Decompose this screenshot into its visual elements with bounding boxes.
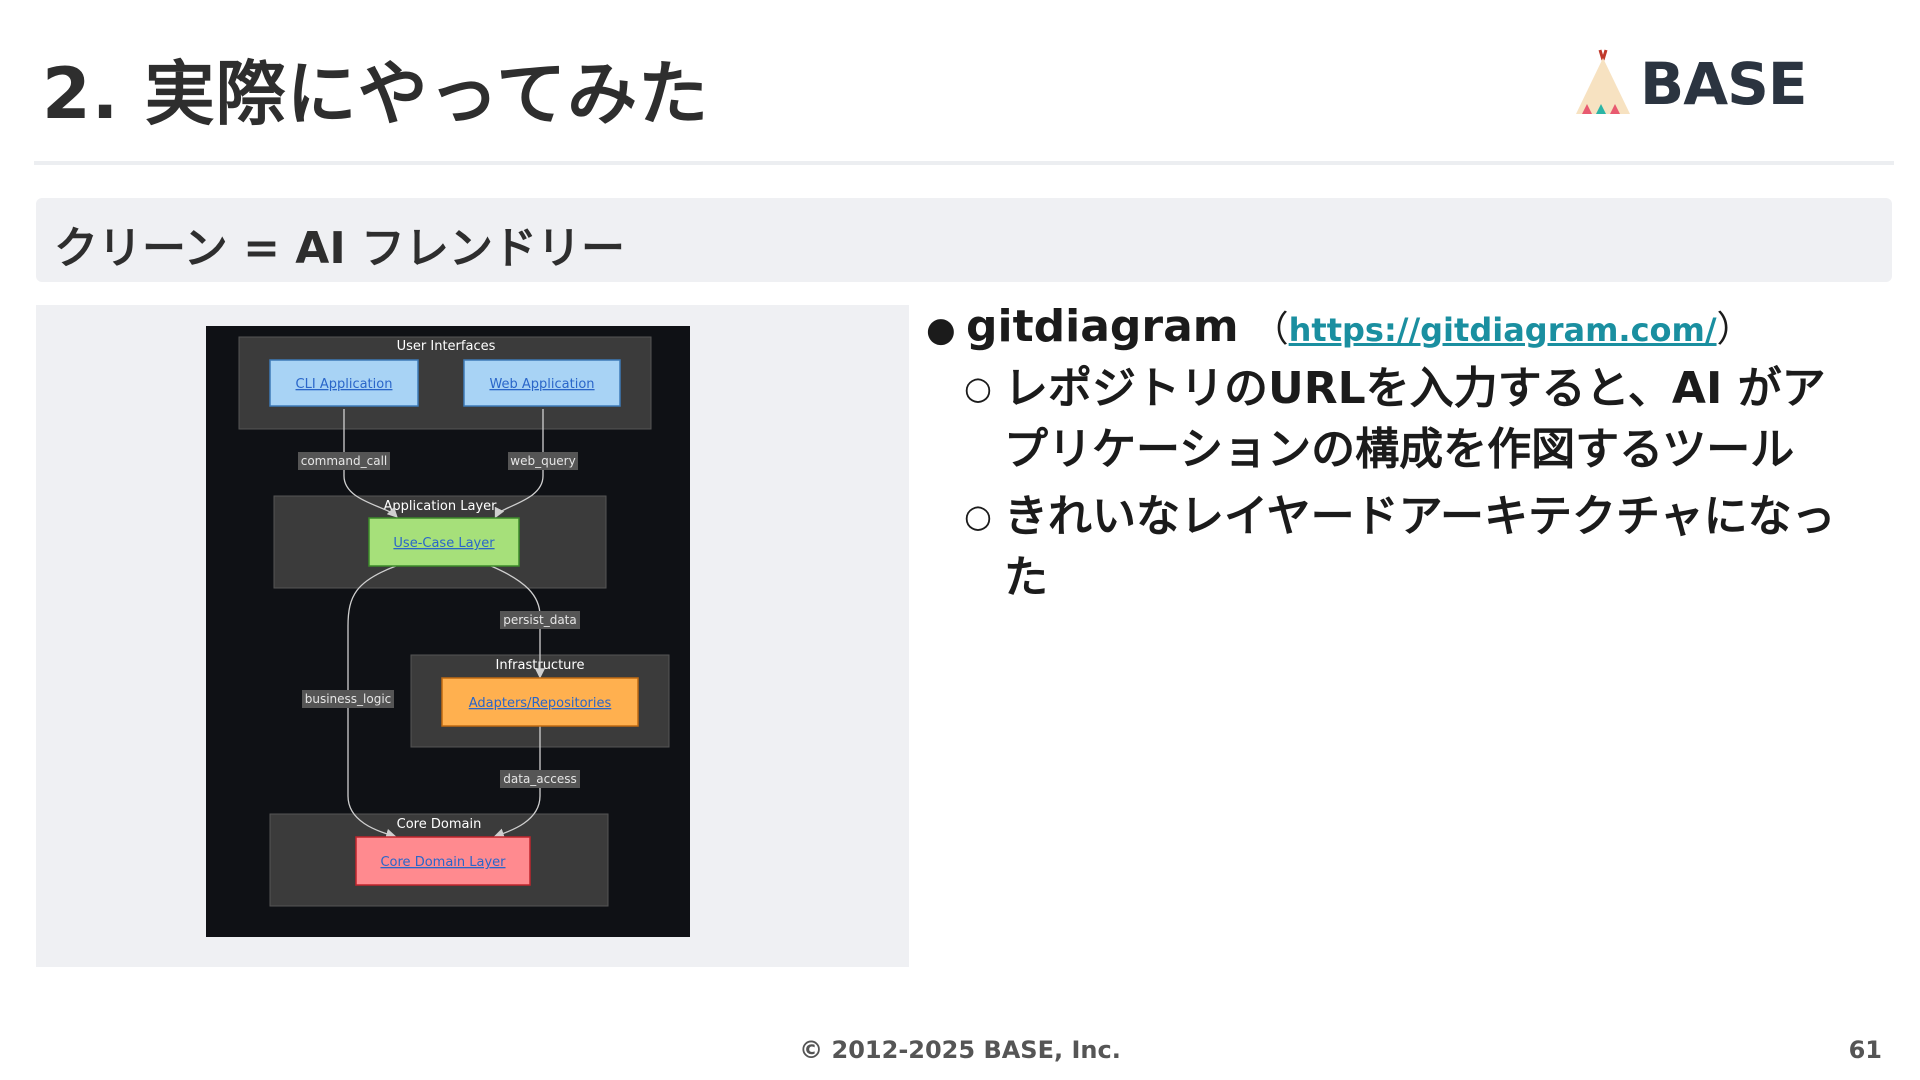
group-title-user-interfaces: User Interfaces xyxy=(397,339,496,354)
paren-open: （ xyxy=(1252,309,1289,350)
sub-bullet-2-text: きれいなレイヤードアーキテクチャになった xyxy=(1004,491,1836,603)
title-divider xyxy=(34,161,1894,165)
slide-title: 2. 実際にやってみた xyxy=(42,53,710,135)
figure-panel: User Interfaces Application Layer Infras… xyxy=(36,305,909,967)
bullet-gitdiagram: ● gitdiagram （https://gitdiagram.com/） xyxy=(926,300,1886,352)
paren-close: ） xyxy=(1716,309,1753,350)
subtitle-text: クリーン = AI フレンドリー xyxy=(54,223,626,274)
footer-copyright: © 2012-2025 BASE, Inc. xyxy=(799,1036,1121,1064)
bullet-circle-icon: ○ xyxy=(964,497,992,535)
node-label-cli[interactable]: CLI Application xyxy=(296,377,393,392)
gitdiagram-link[interactable]: https://gitdiagram.com/ xyxy=(1289,311,1717,349)
base-logo: BASE xyxy=(1572,44,1807,124)
group-title-application-layer: Application Layer xyxy=(383,499,497,514)
architecture-diagram: User Interfaces Application Layer Infras… xyxy=(206,326,690,937)
group-title-core-domain: Core Domain xyxy=(397,817,482,832)
subtitle-bar: クリーン = AI フレンドリー xyxy=(36,198,1892,282)
bullet-circle-icon: ○ xyxy=(964,369,992,407)
edge-label-web-query: web_query xyxy=(510,454,575,468)
sub-bullet-1-text: レポジトリのURLを入力すると、AI がアプリケーションの構成を作図するツール xyxy=(1004,363,1826,475)
logo-text: BASE xyxy=(1640,50,1807,118)
edge-label-command-call: command_call xyxy=(301,454,388,468)
bullet-dot-icon: ● xyxy=(926,310,956,350)
tent-icon xyxy=(1576,49,1630,114)
edge-label-data-access: data_access xyxy=(503,772,576,786)
node-label-web[interactable]: Web Application xyxy=(489,377,594,392)
node-label-core[interactable]: Core Domain Layer xyxy=(380,855,506,870)
page-number: 61 xyxy=(1848,1036,1882,1064)
sub-bullet-1: ○ レポジトリのURLを入力すると、AI がアプリケーションの構成を作図するツー… xyxy=(964,358,1886,480)
node-label-usecase[interactable]: Use-Case Layer xyxy=(393,536,495,551)
bullet-list: ● gitdiagram （https://gitdiagram.com/） ○ … xyxy=(926,300,1886,608)
node-label-adapters[interactable]: Adapters/Repositories xyxy=(469,696,612,711)
edge-label-business-logic: business_logic xyxy=(305,692,392,706)
sub-bullet-2: ○ きれいなレイヤードアーキテクチャになった xyxy=(964,486,1886,608)
bullet-label: gitdiagram xyxy=(966,301,1239,352)
edge-label-persist-data: persist_data xyxy=(503,613,577,627)
